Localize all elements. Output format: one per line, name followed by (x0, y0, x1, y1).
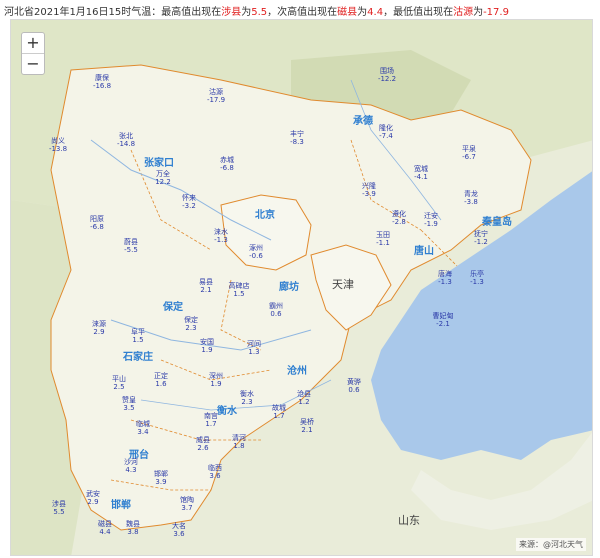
station-label: 康保 -16.8 (92, 74, 112, 90)
station-label: 唐海 -1.3 (438, 270, 452, 286)
station-label: 威县 2.6 (196, 436, 210, 452)
station-label: 馆陶 3.7 (180, 496, 194, 512)
city-zhangjiakou: 张家口 (144, 158, 174, 169)
station-label: 怀来 -3.2 (182, 194, 196, 210)
station-label: 磁县 4.4 (98, 520, 112, 536)
station-label: 万全 12.2 (155, 170, 171, 186)
station-label: 平泉 -6.7 (462, 145, 476, 161)
station-label: 正定 1.6 (154, 372, 168, 388)
station-label: 宽城 -4.1 (414, 165, 428, 181)
station-label: 大名 3.6 (172, 522, 186, 538)
station-label: 兴隆 -3.9 (362, 182, 376, 198)
station-label: 遵化 -2.8 (392, 210, 406, 226)
station-label: 赤城 -6.8 (220, 156, 234, 172)
station-label: 曹妃甸 -2.1 (432, 312, 454, 328)
station-label: 衡水 2.3 (240, 390, 254, 406)
region-tianjin: 天津 (332, 278, 354, 291)
station-label: 吴桥 2.1 (300, 418, 314, 434)
station-label: 青龙 -3.8 (464, 190, 478, 206)
station-label: 安国 1.9 (200, 338, 214, 354)
station-label: 南宫 1.7 (204, 412, 218, 428)
station-label: 乐亭 -1.3 (470, 270, 484, 286)
city-beijing: 北京 (255, 210, 275, 221)
zoom-out-button[interactable]: − (22, 53, 44, 74)
city-tangshan: 唐山 (414, 246, 434, 257)
station-label: 武安 2.9 (86, 490, 100, 506)
station-label: 霸州 0.6 (269, 302, 283, 318)
station-label: 赞皇 3.5 (122, 396, 136, 412)
station-label: 沙河 4.3 (124, 458, 138, 474)
station-label: 涿州 -0.6 (249, 244, 263, 260)
city-shijiazhuang: 石家庄 (123, 352, 153, 363)
station-label: 涞源 2.9 (92, 320, 106, 336)
station-label: 丰宁 -8.3 (290, 130, 304, 146)
station-label: 易县 2.1 (199, 278, 213, 294)
zoom-in-button[interactable]: + (22, 33, 44, 53)
city-cangzhou: 沧州 (287, 366, 307, 377)
station-label: 玉田 -1.1 (376, 231, 390, 247)
city-chengde: 承德 (353, 116, 373, 127)
station-label: 沧县 1.2 (297, 390, 311, 406)
map-canvas[interactable]: + − 张家口 承德 秦皇岛 唐山 保定 沧州 邢台 邯郸 北京 廊坊 石家庄 … (10, 19, 593, 556)
station-label: 涉县 5.5 (52, 500, 66, 516)
station-label: 隆化 -7.4 (379, 124, 393, 140)
station-label: 迁安 -1.9 (424, 212, 438, 228)
city-hengshui: 衡水 (217, 406, 237, 417)
station-label: 临城 3.4 (136, 420, 150, 436)
zoom-control: + − (21, 32, 45, 75)
station-label: 黄骅 0.6 (347, 378, 361, 394)
station-label: 蔚县 -5.5 (124, 238, 138, 254)
map-basemap (11, 20, 592, 555)
station-label: 邯郸 3.9 (154, 470, 168, 486)
city-handan: 邯郸 (111, 500, 131, 511)
station-label: 抚宁 -1.2 (474, 230, 488, 246)
station-label: 故城 1.7 (272, 404, 286, 420)
station-label: 河间 1.3 (247, 340, 261, 356)
station-label: 临西 3.6 (208, 464, 222, 480)
station-label: 高碑店 1.5 (228, 282, 250, 298)
station-label: 深州 1.9 (209, 372, 223, 388)
station-label: 阜平 1.5 (131, 328, 145, 344)
city-baoding: 保定 (163, 302, 183, 313)
station-label: 尚义 -13.8 (48, 137, 68, 153)
station-label: 清河 1.8 (232, 434, 246, 450)
station-label: 魏县 3.8 (126, 520, 140, 536)
region-shandong: 山东 (398, 514, 420, 527)
city-qinhuangdao: 秦皇岛 (482, 217, 512, 228)
station-label: 张北 -14.8 (116, 132, 136, 148)
station-label: 阳原 -6.8 (90, 215, 104, 231)
station-label: 沽源 -17.9 (206, 88, 226, 104)
station-label: 保定 2.3 (184, 316, 198, 332)
station-label: 平山 2.5 (112, 375, 126, 391)
map-credit: 来源：@河北天气 (516, 538, 586, 551)
city-langfang: 廊坊 (279, 282, 299, 293)
station-label: 涞水 -1.3 (214, 228, 228, 244)
station-label: 围场 -12.2 (377, 67, 397, 83)
map-title: 河北省2021年1月16日15时气温：最高值出现在涉县为5.5，次高值出现在磁县… (4, 7, 509, 18)
